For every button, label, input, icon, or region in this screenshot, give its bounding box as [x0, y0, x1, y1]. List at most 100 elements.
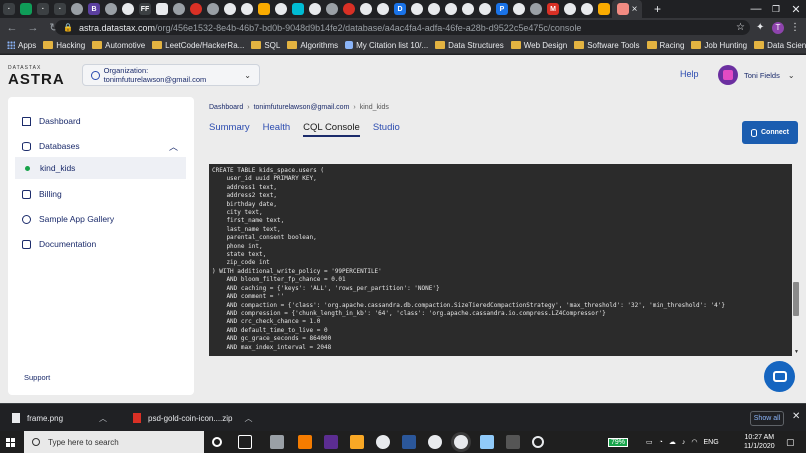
bookmark-item[interactable]: LeetCode/HackerRa... — [152, 41, 244, 50]
bookmark-item[interactable]: Apps — [7, 41, 36, 50]
bookmark-item[interactable]: Algorithms — [287, 41, 338, 50]
chevron-up-icon[interactable]: ︿ — [244, 413, 252, 424]
terminal-icon[interactable] — [506, 435, 520, 449]
battery-indicator[interactable]: 79% — [608, 431, 629, 453]
word-icon[interactable] — [402, 435, 416, 449]
browser-menu-icon[interactable]: ⋮ — [790, 18, 800, 37]
battery-icon[interactable]: ▭ — [646, 438, 653, 446]
google-icon[interactable] — [564, 3, 576, 15]
close-downloads-icon[interactable]: ✕ — [792, 411, 800, 422]
tab-favicon-icon[interactable] — [326, 3, 338, 15]
tab-favicon-icon[interactable] — [207, 3, 219, 15]
sidebar-item-databases[interactable]: Databases ︿ — [8, 135, 194, 157]
bookmark-item[interactable]: Data Structures — [435, 41, 504, 50]
google-icon[interactable] — [513, 3, 525, 15]
github-icon[interactable] — [309, 3, 321, 15]
download-item[interactable]: psd-gold-coin-icon....zip ︿ — [133, 404, 252, 432]
github-icon[interactable] — [360, 3, 372, 15]
cortana-icon[interactable] — [212, 437, 222, 447]
tab-favicon-icon[interactable] — [292, 3, 304, 15]
github-icon[interactable] — [411, 3, 423, 15]
tab-favicon-icon[interactable] — [20, 3, 32, 15]
chrome-active-icon[interactable] — [454, 435, 468, 449]
chevron-up-icon[interactable]: ︿ — [99, 413, 107, 424]
scroll-down-icon[interactable]: ▼ — [794, 349, 799, 355]
sublime-icon[interactable] — [298, 435, 312, 449]
bookmark-item[interactable]: Job Hunting — [691, 41, 747, 50]
sidebar-item-sample-app-gallery[interactable]: Sample App Gallery — [8, 208, 194, 230]
organization-selector[interactable]: Organization: tonimfuturelawson@gmail.co… — [82, 64, 260, 86]
tab-favicon-icon[interactable]: · — [54, 3, 66, 15]
tab-favicon-icon[interactable] — [258, 3, 270, 15]
bookmark-item[interactable]: Automotive — [92, 41, 145, 50]
github-icon[interactable] — [241, 3, 253, 15]
tab-favicon-icon[interactable] — [190, 3, 202, 15]
chat-button[interactable] — [764, 361, 795, 392]
tab-favicon-icon[interactable] — [343, 3, 355, 15]
tab-favicon-icon[interactable]: · — [3, 3, 15, 15]
windows-start-icon[interactable] — [0, 431, 20, 453]
taskbar-search[interactable]: Type here to search — [24, 431, 204, 453]
tab-close-icon[interactable]: × — [632, 4, 638, 15]
task-view-icon[interactable] — [238, 435, 252, 449]
app-icon[interactable] — [480, 435, 494, 449]
show-all-button[interactable]: Show all — [750, 411, 784, 426]
tab-health[interactable]: Health — [263, 122, 290, 137]
tab-active[interactable]: × — [612, 0, 642, 18]
tab-favicon-icon[interactable]: · — [37, 3, 49, 15]
tab-favicon-icon[interactable] — [71, 3, 83, 15]
connect-button[interactable]: Connect — [742, 121, 798, 144]
cql-console[interactable]: CREATE TABLE kids_space.users ( user_id … — [209, 164, 800, 356]
help-link[interactable]: Help — [680, 69, 699, 79]
window-close-icon[interactable]: ✕ — [780, 0, 806, 18]
network-icon[interactable]: ◔ — [659, 439, 663, 446]
extensions-icon[interactable]: ✦ — [756, 18, 764, 37]
tab-favicon-icon[interactable]: B — [88, 3, 100, 15]
github-icon[interactable] — [377, 3, 389, 15]
bookmark-item[interactable]: Racing — [646, 41, 684, 50]
file-explorer-icon[interactable] — [350, 435, 364, 449]
tab-favicon-icon[interactable] — [598, 3, 610, 15]
slack-icon[interactable] — [428, 435, 442, 449]
forward-icon[interactable]: → — [24, 19, 42, 37]
google-icon[interactable] — [479, 3, 491, 15]
volume-icon[interactable]: ♪ — [682, 439, 686, 446]
tab-favicon-icon[interactable] — [173, 3, 185, 15]
tab-favicon-icon[interactable]: FF — [139, 3, 151, 15]
sidebar-item-documentation[interactable]: Documentation — [8, 233, 194, 255]
sidebar-item-billing[interactable]: Billing — [8, 183, 194, 205]
github-icon[interactable] — [462, 3, 474, 15]
address-bar[interactable]: 🔒 astra.datastax.com/org/456e1532-8e4b-4… — [55, 20, 750, 35]
google-icon[interactable] — [445, 3, 457, 15]
tab-cql-console[interactable]: CQL Console — [303, 122, 360, 137]
sidebar-item-dashboard[interactable]: Dashboard — [8, 110, 194, 132]
bookmark-item[interactable]: My Citation list 10/... — [345, 41, 428, 50]
tab-favicon-icon[interactable]: D — [394, 3, 406, 15]
app-icon[interactable] — [270, 435, 284, 449]
tab-favicon-icon[interactable] — [105, 3, 117, 15]
breadcrumb-dashboard[interactable]: Dashboard — [209, 104, 243, 111]
cloud-icon[interactable]: ☁ — [669, 438, 676, 446]
tab-favicon-icon[interactable] — [530, 3, 542, 15]
tab-summary[interactable]: Summary — [209, 122, 250, 137]
github-icon[interactable] — [428, 3, 440, 15]
console-scrollbar[interactable] — [792, 164, 800, 356]
gmail-icon[interactable]: M — [547, 3, 559, 15]
astra-logo[interactable]: DATASTAX ASTRA — [8, 65, 65, 88]
wifi-icon[interactable]: ◠ — [691, 438, 697, 446]
github-icon[interactable] — [275, 3, 287, 15]
chrome-icon[interactable] — [376, 435, 390, 449]
new-tab-icon[interactable]: + — [654, 2, 661, 16]
chevron-up-icon[interactable]: ︿ — [169, 140, 178, 153]
profile-avatar[interactable]: T — [772, 21, 784, 34]
console-scrollbar-thumb[interactable] — [793, 282, 799, 316]
bookmark-star-icon[interactable]: ☆ — [736, 18, 745, 37]
tab-favicon-icon[interactable]: P — [496, 3, 508, 15]
github-icon[interactable] — [224, 3, 236, 15]
notifications-icon[interactable]: ▢ — [786, 431, 795, 453]
user-menu[interactable]: Toni Fields ⌄ — [718, 65, 795, 85]
bookmark-item[interactable]: SQL — [251, 41, 280, 50]
tab-favicon-icon[interactable] — [156, 3, 168, 15]
bookmark-item[interactable]: Hacking — [43, 41, 85, 50]
breadcrumb-organization[interactable]: tonimfuturelawson@gmail.com — [254, 104, 350, 111]
